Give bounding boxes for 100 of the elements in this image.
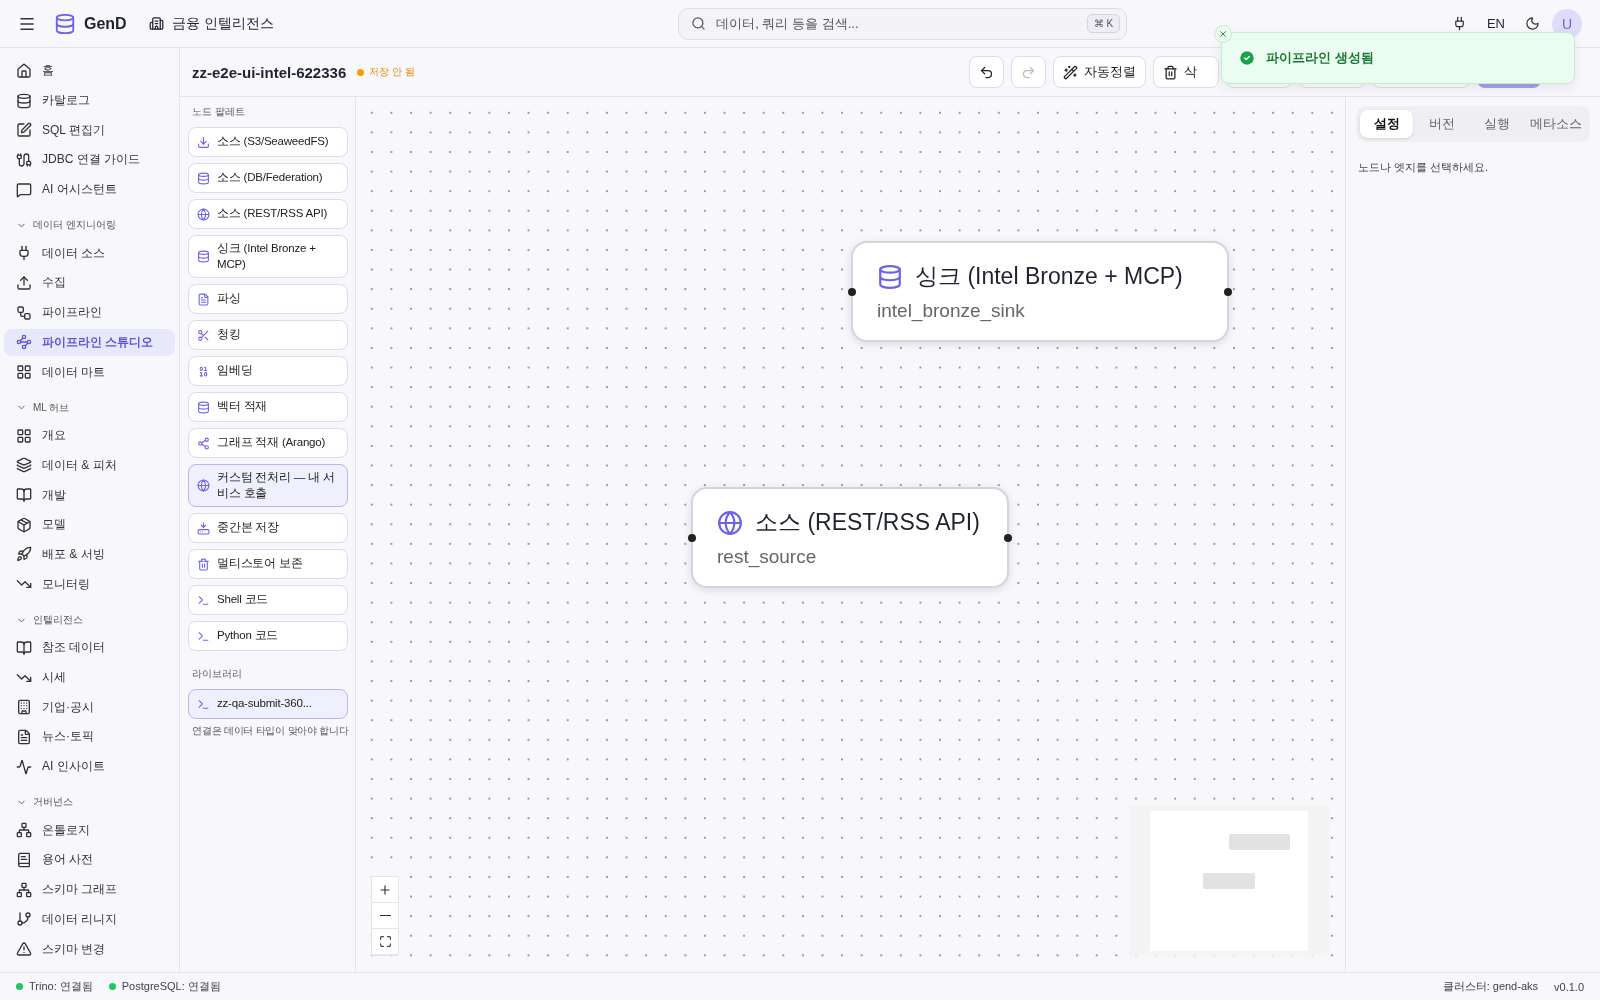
palette-item[interactable]: 파싱 xyxy=(188,284,348,315)
document-icon xyxy=(16,728,32,745)
trash-icon xyxy=(197,557,210,571)
output-handle[interactable] xyxy=(1224,287,1232,296)
nav-item[interactable]: 용어 사전 xyxy=(4,846,175,874)
palette-item[interactable]: Python 코드 xyxy=(188,621,348,652)
nav-item[interactable]: 데이터 소스 xyxy=(4,239,175,268)
node-title: 소스 (REST/RSS API) xyxy=(755,508,980,537)
nav-item[interactable]: 개발 xyxy=(4,481,175,509)
section-header[interactable]: 거버넌스 xyxy=(4,781,175,816)
hierarchy-icon xyxy=(16,881,32,898)
share-icon xyxy=(197,436,210,450)
nav-item[interactable]: 홈 xyxy=(4,57,175,85)
output-handle[interactable] xyxy=(1004,533,1012,542)
nav-item[interactable]: 온톨로지 xyxy=(4,816,175,845)
cluster-label: 클러스터: gend-aks xyxy=(1442,979,1539,994)
nav-item[interactable]: AI 인사이트 xyxy=(4,752,175,781)
chat-icon xyxy=(16,181,32,198)
inspector-tab[interactable]: 실행 xyxy=(1470,110,1524,138)
palette-item[interactable]: 싱크 (Intel Bronze + MCP) xyxy=(188,235,348,279)
nav-item[interactable]: 기업·공시 xyxy=(4,693,175,722)
palette-item[interactable]: 커스텀 전처리 — 내 서비스 호출 xyxy=(188,464,348,508)
palette-item[interactable]: Shell 코드 xyxy=(188,585,348,616)
database-icon xyxy=(197,250,210,263)
magic-wand-icon xyxy=(1063,64,1078,80)
auto-layout-button[interactable]: 자동정렬 xyxy=(1053,56,1146,88)
building-icon xyxy=(16,699,32,716)
palette-item[interactable]: 소스 (REST/RSS API) xyxy=(188,199,348,229)
nav-item[interactable]: SQL 편집기 xyxy=(4,116,175,145)
node-name: rest_source xyxy=(717,546,818,568)
input-handle[interactable] xyxy=(848,287,856,296)
library-item[interactable]: zz-qa-submit-360... xyxy=(188,689,348,720)
node-title: 싱크 (Intel Bronze + MCP) xyxy=(915,262,1183,291)
nav-item[interactable]: 스키마 변경 xyxy=(4,935,175,963)
brand-name: GenD xyxy=(84,14,127,33)
pipeline-title: zz-e2e-ui-intel-622336 xyxy=(192,63,347,81)
nav-item[interactable]: 스키마 그래프 xyxy=(4,875,175,904)
nav-item[interactable]: 개요 xyxy=(4,421,175,450)
close-icon xyxy=(1218,29,1228,39)
nav-item[interactable]: 수집 xyxy=(4,269,175,297)
nav-item[interactable]: 뉴스·토픽 xyxy=(4,723,175,751)
terminal-icon xyxy=(197,593,210,607)
search-input[interactable]: 데이터, 쿼리 등을 검색... xyxy=(714,15,1079,32)
pipeline-node[interactable]: 싱크 (Intel Bronze + MCP) intel_bronze_sink xyxy=(851,241,1229,342)
inspector-tab[interactable]: 설정 xyxy=(1360,110,1414,138)
upload-icon xyxy=(16,274,32,291)
document-icon xyxy=(197,292,210,306)
nav-item[interactable]: AI 어시스턴트 xyxy=(4,175,175,204)
nav-item[interactable]: 데이터 & 피처 xyxy=(4,451,175,480)
section-title: 거버넌스 xyxy=(33,795,73,810)
nav-item[interactable]: 모니터링 xyxy=(4,570,175,598)
palette-item[interactable]: 청킹 xyxy=(188,320,348,351)
undo-button[interactable] xyxy=(969,56,1004,88)
nav-item[interactable]: 시세 xyxy=(4,663,175,692)
undo-icon xyxy=(979,64,994,80)
section-header[interactable]: ML 허브 xyxy=(4,386,175,421)
pipeline-node[interactable]: 소스 (REST/RSS API) rest_source xyxy=(691,487,1009,588)
nav-item[interactable]: 배포 & 서빙 xyxy=(4,540,175,569)
building-icon xyxy=(148,16,164,31)
palette-item[interactable]: 중간본 저장 xyxy=(188,513,348,544)
nav-item[interactable]: 파이프라인 스튜디오 xyxy=(4,328,175,357)
redo-icon xyxy=(1021,64,1036,80)
palette-item[interactable]: 임베딩 xyxy=(188,356,348,387)
palette-item[interactable]: 벡터 적재 xyxy=(188,392,348,423)
palette-item[interactable]: 멀티스토어 보존 xyxy=(188,549,348,580)
nav-item[interactable]: 모델 xyxy=(4,510,175,539)
input-handle[interactable] xyxy=(688,533,696,542)
nav-item[interactable]: JDBC 연결 가이드 xyxy=(4,146,175,174)
connection-status: PostgreSQL: 연결됨 xyxy=(121,979,221,994)
section-title: 데이터 엔지니어링 xyxy=(33,218,116,233)
branch-icon xyxy=(16,911,32,928)
nav-item[interactable]: 데이터 마트 xyxy=(4,358,175,386)
workflow-icon xyxy=(16,304,32,321)
theme-button[interactable] xyxy=(1525,16,1540,31)
section-title: ML 허브 xyxy=(33,400,70,415)
nav-item[interactable]: 참조 데이터 xyxy=(4,634,175,662)
edit-icon xyxy=(16,122,32,139)
pulse-icon xyxy=(16,758,32,775)
palette-item[interactable]: 소스 (DB/Federation) xyxy=(188,163,348,193)
nav-item[interactable]: 카탈로그 xyxy=(4,86,175,115)
palette-item[interactable]: 소스 (S3/SeaweedFS) xyxy=(188,127,348,157)
section-header[interactable]: 데이터 엔지니어링 xyxy=(4,204,175,239)
tray-download-icon xyxy=(197,521,210,535)
book-icon xyxy=(16,639,32,656)
check-icon xyxy=(1238,49,1256,67)
database-icon xyxy=(54,12,76,35)
inspector-tab[interactable]: 버전 xyxy=(1415,110,1469,138)
empty-message: 노드나 엣지를 선택하세요. xyxy=(1357,160,1490,175)
connection-status: Trino: 연결됨 xyxy=(29,979,93,994)
nav-item[interactable]: 데이터 리니지 xyxy=(4,905,175,934)
nav-item[interactable]: 파이프라인 xyxy=(4,298,175,327)
palette-item[interactable]: 그래프 적재 (Arango) xyxy=(188,428,348,459)
delete-button[interactable]: 삭 xyxy=(1153,56,1219,88)
binary-icon xyxy=(197,364,210,378)
inspector-tab[interactable]: 메타소스 xyxy=(1526,110,1586,138)
language-toggle[interactable]: EN xyxy=(1486,16,1505,31)
workspace-name[interactable]: 금융 인텔리전스 xyxy=(171,14,274,33)
library-title: 라이브러리 xyxy=(191,667,243,682)
search-bar[interactable]: 데이터, 쿼리 등을 검색... ⌘ K xyxy=(678,7,1128,40)
section-header[interactable]: 인텔리전스 xyxy=(4,599,175,633)
